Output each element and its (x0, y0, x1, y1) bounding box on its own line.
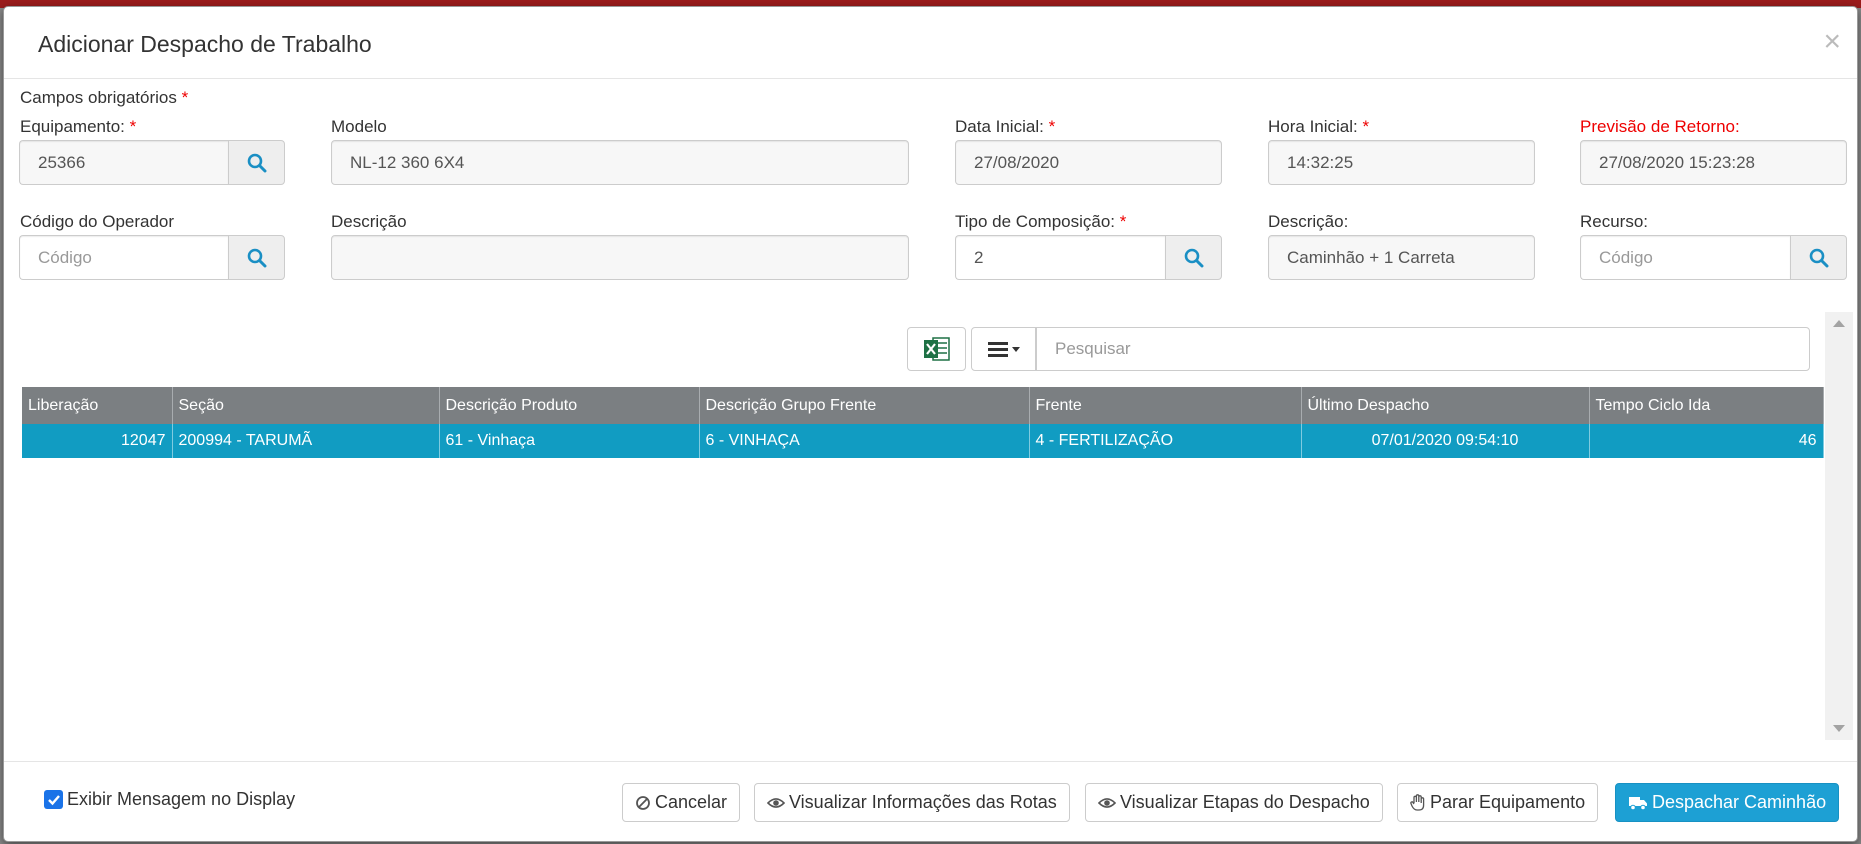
add-work-dispatch-modal: Adicionar Despacho de Trabalho × Campos … (3, 6, 1858, 842)
data-inicial-label: Data Inicial: * (955, 117, 1055, 137)
grid-vertical-scrollbar[interactable] (1825, 312, 1853, 740)
excel-icon (923, 337, 950, 361)
previsao-retorno-input[interactable]: 27/08/2020 15:23:28 (1580, 140, 1847, 185)
ban-icon (635, 795, 651, 811)
modal-title: Adicionar Despacho de Trabalho (38, 31, 372, 57)
hora-inicial-label-text: Hora Inicial: (1268, 117, 1358, 136)
view-routes-button[interactable]: Visualizar Informações das Rotas (754, 783, 1070, 822)
view-dispatch-steps-label: Visualizar Etapas do Despacho (1120, 792, 1370, 812)
descricao-label: Descrição (331, 212, 407, 231)
scroll-down-arrow-icon[interactable] (1833, 725, 1845, 732)
truck-icon (1628, 795, 1648, 811)
cell-secao: 200994 - TARUMÃ (172, 424, 440, 458)
codigo-operador-input[interactable]: Código (19, 235, 228, 280)
tipo-composicao-input[interactable]: 2 (955, 235, 1165, 280)
column-header-ultimo-despacho[interactable]: Último Despacho (1301, 387, 1590, 424)
required-star: * (1362, 117, 1370, 136)
dispatch-table: Liberação Seção Descrição Produto Descri… (22, 387, 1824, 458)
required-star: * (1048, 117, 1056, 136)
search-icon (247, 153, 266, 172)
hand-stop-icon (1410, 793, 1426, 812)
tipo-composicao-label: Tipo de Composição: * (955, 212, 1126, 232)
hora-inicial-label: Hora Inicial: * (1268, 117, 1369, 137)
cell-descricao-produto: 61 - Vinhaça (439, 424, 700, 458)
grid-search-input[interactable]: Pesquisar (1036, 327, 1810, 371)
modelo-label: Modelo (331, 117, 387, 136)
required-note-text: Campos obrigatórios (20, 88, 177, 107)
data-inicial-label-text: Data Inicial: (955, 117, 1044, 136)
codigo-operador-label: Código do Operador (20, 212, 175, 231)
checkmark-icon (47, 794, 60, 805)
cell-frente: 4 - FERTILIZAÇÃO (1029, 424, 1302, 458)
cancel-button[interactable]: Cancelar (622, 783, 741, 822)
cell-descricao-grupo-frente: 6 - VINHAÇA (699, 424, 1030, 458)
stop-equipment-button[interactable]: Parar Equipamento (1397, 783, 1599, 822)
stop-equipment-label: Parar Equipamento (1430, 792, 1586, 812)
columns-menu-button[interactable] (971, 327, 1036, 371)
column-header-liberacao[interactable]: Liberação (22, 387, 173, 424)
eye-icon (767, 796, 785, 810)
tipo-composicao-label-text: Tipo de Composição: (955, 212, 1116, 231)
column-header-tempo-ciclo-ida[interactable]: Tempo Ciclo Ida (1589, 387, 1824, 424)
search-icon (1809, 248, 1828, 267)
display-message-checkbox[interactable] (44, 790, 63, 809)
required-fields-note: Campos obrigatórios * (20, 88, 188, 108)
equipamento-search-button[interactable] (228, 140, 285, 185)
equipamento-input[interactable]: 25366 (19, 140, 228, 185)
equipamento-label: Equipamento: * (20, 117, 136, 137)
column-header-secao[interactable]: Seção (172, 387, 440, 424)
equipamento-label-text: Equipamento: (20, 117, 125, 136)
composicao-search-button[interactable] (1165, 235, 1222, 280)
column-header-descricao-grupo-frente[interactable]: Descrição Grupo Frente (699, 387, 1030, 424)
cell-ultimo-despacho: 07/01/2020 09:54:10 (1301, 424, 1590, 458)
list-menu-icon (987, 342, 1020, 357)
search-icon (247, 248, 266, 267)
descricao-input[interactable] (331, 235, 909, 280)
cell-liberacao: 12047 (22, 424, 173, 458)
modelo-input[interactable]: NL-12 360 6X4 (331, 140, 909, 185)
view-routes-label: Visualizar Informações das Rotas (789, 792, 1057, 812)
close-icon[interactable]: × (1823, 27, 1841, 57)
recurso-search-button[interactable] (1790, 235, 1847, 280)
recurso-input[interactable]: Código (1580, 235, 1790, 280)
column-header-descricao-produto[interactable]: Descrição Produto (439, 387, 700, 424)
eye-icon (1098, 796, 1116, 810)
data-inicial-input[interactable]: 27/08/2020 (955, 140, 1222, 185)
search-icon (1184, 248, 1203, 267)
scroll-up-arrow-icon[interactable] (1833, 320, 1845, 327)
dispatch-truck-label: Despachar Caminhão (1652, 792, 1827, 812)
dispatch-truck-button[interactable]: Despachar Caminhão (1615, 783, 1840, 822)
descricao-composicao-label: Descrição: (1268, 212, 1349, 231)
table-row[interactable]: 12047 200994 - TARUMÃ 61 - Vinhaça 6 - V… (22, 424, 1824, 458)
table-header-row: Liberação Seção Descrição Produto Descri… (22, 387, 1824, 424)
required-star: * (129, 117, 137, 136)
display-message-label: Exibir Mensagem no Display (67, 789, 296, 809)
dispatch-grid: Liberação Seção Descrição Produto Descri… (22, 387, 1824, 742)
recurso-label: Recurso: (1580, 212, 1649, 231)
view-dispatch-steps-button[interactable]: Visualizar Etapas do Despacho (1085, 783, 1383, 822)
display-message-checkbox-wrap[interactable]: Exibir Mensagem no Display (44, 789, 295, 810)
hora-inicial-input[interactable]: 14:32:25 (1268, 140, 1535, 185)
modal-header: Adicionar Despacho de Trabalho × (4, 7, 1857, 79)
operador-search-button[interactable] (228, 235, 285, 280)
required-star: * (181, 88, 189, 107)
previsao-retorno-label: Previsão de Retorno: (1580, 117, 1740, 136)
export-excel-button[interactable] (907, 327, 966, 371)
descricao-composicao-input[interactable]: Caminhão + 1 Carreta (1268, 235, 1535, 280)
required-star: * (1119, 212, 1127, 231)
footer-divider (4, 761, 1857, 762)
cell-tempo-ciclo-ida: 46 (1589, 424, 1824, 458)
column-header-frente[interactable]: Frente (1029, 387, 1302, 424)
cancel-button-label: Cancelar (655, 792, 728, 812)
